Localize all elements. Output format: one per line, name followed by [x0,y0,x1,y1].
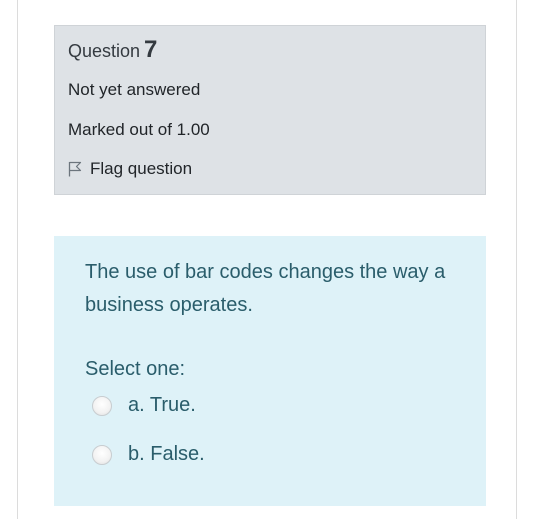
radio-true[interactable] [92,395,112,416]
flag-icon [68,161,82,177]
flag-question-link[interactable]: Flag question [68,159,192,179]
question-label: Question [68,41,141,61]
right-border [516,0,517,519]
answer-option-label: b. False. [128,443,205,465]
radio-false[interactable] [92,444,112,465]
question-number: 7 [144,36,158,63]
answer-option-true[interactable]: a. True. [92,394,196,417]
question-grade: Marked out of 1.00 [68,120,210,139]
question-state: Not yet answered [68,80,201,99]
question-heading: Question 7 [68,36,157,64]
answer-prompt: Select one: [85,358,186,380]
question-text: The use of bar codes changes the way a b… [85,261,446,316]
answer-option-label: a. True. [128,394,196,416]
flag-question-label: Flag question [90,159,193,178]
question-content-panel: The use of bar codes changes the way a b… [54,236,486,506]
question-info-panel: Question 7 Not yet answered Marked out of… [54,25,486,195]
left-border [17,0,18,519]
answer-option-false[interactable]: b. False. [92,443,205,466]
quiz-page: Question 7 Not yet answered Marked out of… [0,0,534,519]
